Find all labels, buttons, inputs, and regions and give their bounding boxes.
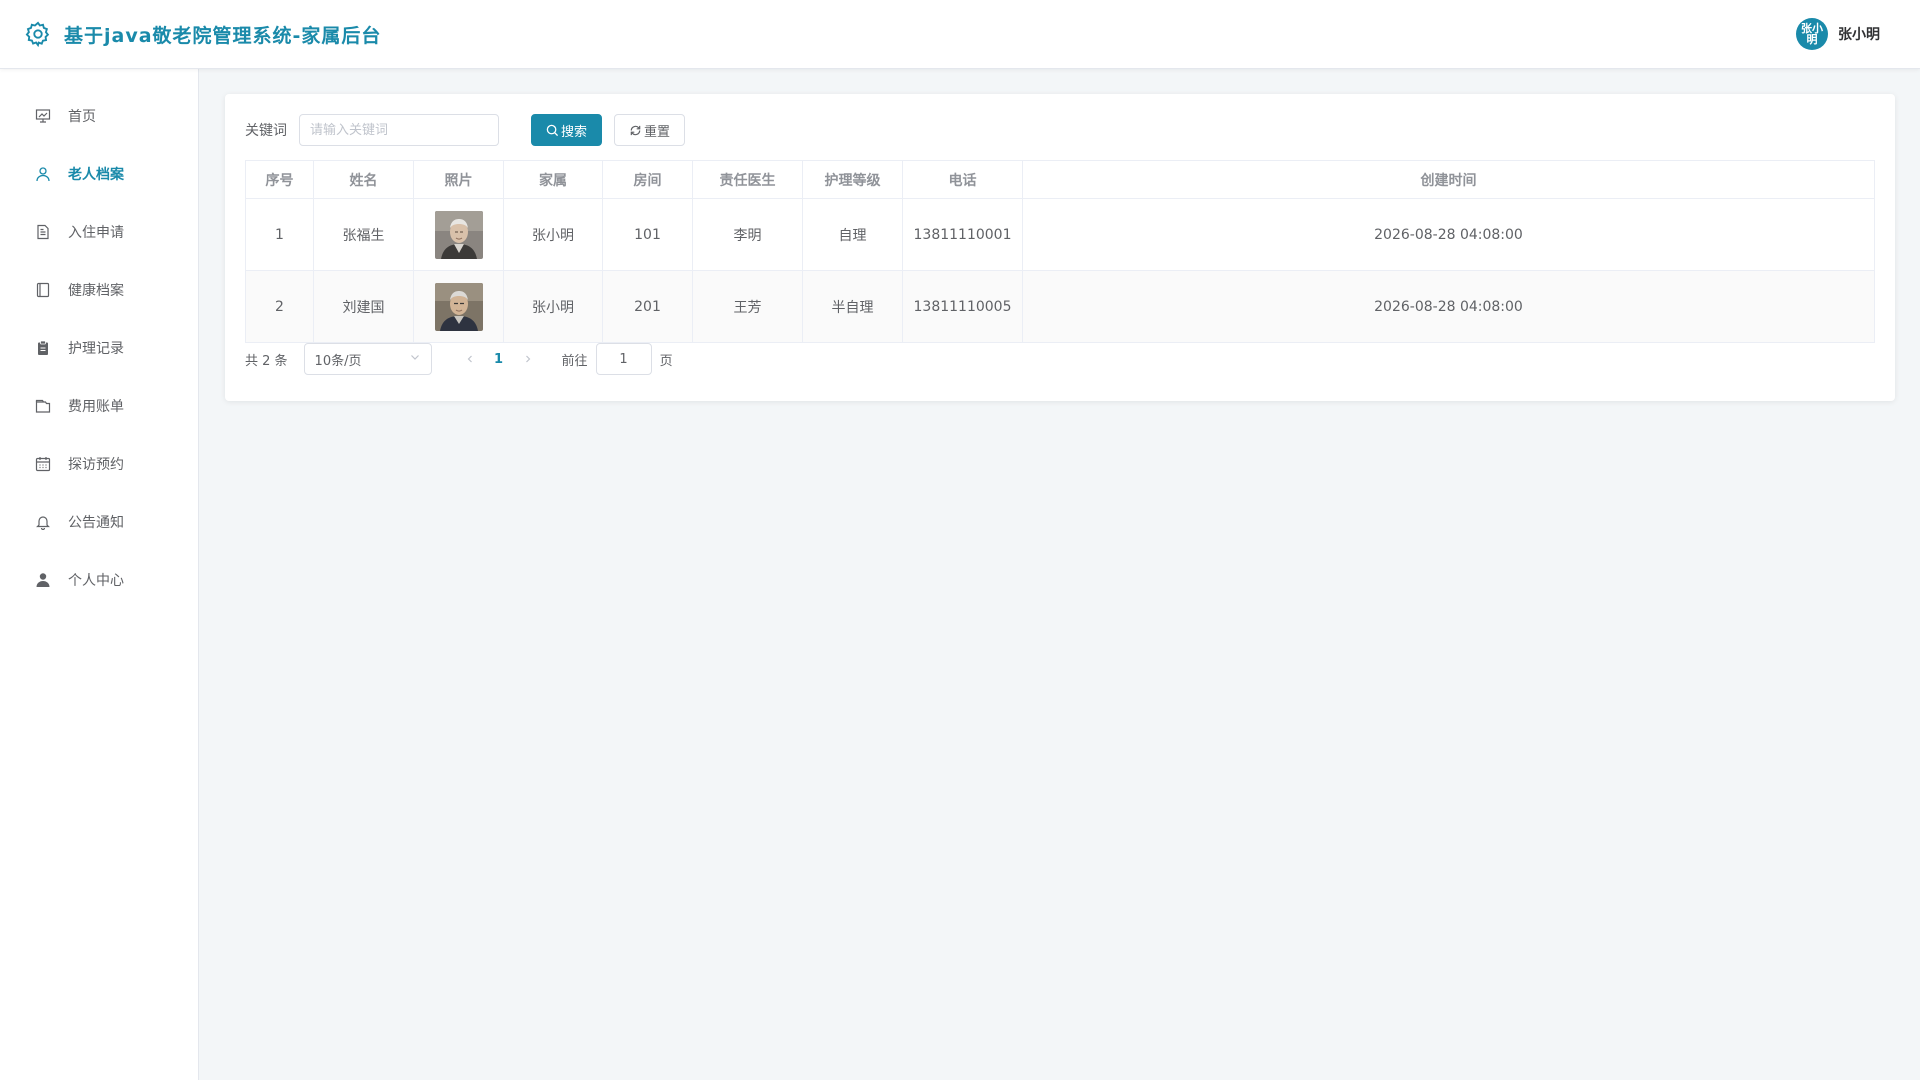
column-header: 姓名 <box>313 160 414 199</box>
cell-phone: 13811110001 <box>902 198 1023 271</box>
cell-photo <box>413 270 504 343</box>
settings-gear-icon <box>25 21 50 48</box>
reset-button-label: 重置 <box>644 124 671 140</box>
wallet-icon <box>34 397 52 415</box>
sidebar-item-label: 费用账单 <box>68 399 124 415</box>
search-button-label: 搜索 <box>561 124 588 140</box>
document-icon <box>34 223 52 241</box>
sidebar-item-visit[interactable]: 探访预约 <box>0 435 198 493</box>
keyword-label: 关键词 <box>245 123 287 139</box>
column-header: 房间 <box>602 160 693 199</box>
next-page-button[interactable] <box>514 345 542 373</box>
column-header: 责任医生 <box>692 160 803 199</box>
table-row[interactable]: 1 张福生 张小明 101 李明 自理 13811110001 2026-08-… <box>245 198 1875 271</box>
cell-photo <box>413 198 504 271</box>
chevron-right-icon <box>525 355 530 363</box>
column-header: 序号 <box>245 160 314 199</box>
page-size-value: 10条/页 <box>314 353 362 369</box>
column-header: 电话 <box>902 160 1023 199</box>
cell-doctor: 李明 <box>692 198 803 271</box>
prev-page-button[interactable] <box>456 345 484 373</box>
table-header-row: 序号 姓名 照片 家属 房间 责任医生 护理等级 电话 创建时间 <box>245 160 1875 199</box>
user-name[interactable]: 张小明 <box>1838 24 1880 44</box>
table-row[interactable]: 2 刘建国 张小明 201 王芳 半自理 13811110005 2026-08… <box>245 270 1875 343</box>
column-header: 创建时间 <box>1022 160 1875 199</box>
app-title: 基于java敬老院管理系统-家属后台 <box>64 24 382 47</box>
column-header: 照片 <box>413 160 504 199</box>
elderly-table: 序号 姓名 照片 家属 房间 责任医生 护理等级 电话 创建时间 1 张福生 张… <box>245 160 1875 343</box>
cell-created: 2026-08-28 04:08:00 <box>1022 198 1875 271</box>
notebook-icon <box>34 281 52 299</box>
page-size-select[interactable]: 10条/页 <box>303 343 432 375</box>
top-header: 基于java敬老院管理系统-家属后台 张小明 张小明 <box>0 0 1920 69</box>
keyword-input[interactable] <box>299 114 499 146</box>
column-header: 护理等级 <box>802 160 903 199</box>
search-bar: 关键词 搜索 重置 <box>245 114 1875 146</box>
sidebar-item-label: 入住申请 <box>68 225 124 241</box>
cell-name: 张福生 <box>313 198 414 271</box>
cell-family: 张小明 <box>503 270 603 343</box>
goto-label: 前往 <box>561 353 588 369</box>
total-count: 共 2 条 <box>245 353 288 369</box>
presentation-icon <box>34 107 52 125</box>
cell-created: 2026-08-28 04:08:00 <box>1022 270 1875 343</box>
page-suffix: 页 <box>659 353 673 369</box>
page-number[interactable]: 1 <box>484 345 514 373</box>
cell-name: 刘建国 <box>313 270 414 343</box>
calendar-icon <box>34 455 52 473</box>
sidebar-item-home[interactable]: 首页 <box>0 87 198 145</box>
column-header: 家属 <box>503 160 603 199</box>
cell-doctor: 王芳 <box>692 270 803 343</box>
elderly-photo[interactable] <box>434 282 483 331</box>
sidebar-item-elderly-files[interactable]: 老人档案 <box>0 145 198 203</box>
sidebar-item-notices[interactable]: 公告通知 <box>0 493 198 551</box>
cell-index: 1 <box>245 198 314 271</box>
user-menu[interactable]: 张小明 张小明 <box>1796 18 1880 50</box>
sidebar: 首页 老人档案 入住申请 健康档案 护理记录 费用账单 探访预约 公告通知 个人… <box>0 69 199 1080</box>
bell-icon <box>34 513 52 531</box>
elderly-photo[interactable] <box>434 210 483 259</box>
cell-index: 2 <box>245 270 314 343</box>
chevron-left-icon <box>467 355 472 363</box>
sidebar-item-profile[interactable]: 个人中心 <box>0 551 198 609</box>
reset-button[interactable]: 重置 <box>614 114 686 146</box>
cell-care-level: 半自理 <box>802 270 903 343</box>
clipboard-icon <box>34 339 52 357</box>
page-jumper: 前往 页 <box>562 343 673 375</box>
sidebar-item-label: 公告通知 <box>68 515 124 531</box>
sidebar-item-label: 个人中心 <box>68 573 124 589</box>
search-icon <box>546 124 559 136</box>
person-icon <box>34 571 52 589</box>
sidebar-item-label: 探访预约 <box>68 457 124 473</box>
cell-room: 101 <box>602 198 693 271</box>
sidebar-item-admission[interactable]: 入住申请 <box>0 203 198 261</box>
refresh-icon <box>630 125 641 135</box>
cell-room: 201 <box>602 270 693 343</box>
sidebar-item-label: 护理记录 <box>68 341 124 357</box>
cell-phone: 13811110005 <box>902 270 1023 343</box>
pagination: 共 2 条 10条/页 1 前往 页 <box>245 343 1875 375</box>
brand: 基于java敬老院管理系统-家属后台 <box>24 20 381 48</box>
cell-care-level: 自理 <box>802 198 903 271</box>
user-icon <box>34 165 52 183</box>
sidebar-item-health[interactable]: 健康档案 <box>0 261 198 319</box>
sidebar-item-label: 老人档案 <box>68 167 124 183</box>
sidebar-item-billing[interactable]: 费用账单 <box>0 377 198 435</box>
avatar[interactable]: 张小明 <box>1796 18 1828 50</box>
cell-family: 张小明 <box>503 198 603 271</box>
sidebar-item-label: 首页 <box>68 109 96 125</box>
goto-page-input[interactable] <box>595 343 652 375</box>
content-card: 关键词 搜索 重置 序号 姓名 照片 家属 房间 责任医生 护理等级 电话 创建… <box>225 94 1895 401</box>
chevron-down-icon <box>409 351 421 367</box>
search-button[interactable]: 搜索 <box>531 114 603 146</box>
sidebar-item-label: 健康档案 <box>68 283 124 299</box>
sidebar-item-care-records[interactable]: 护理记录 <box>0 319 198 377</box>
